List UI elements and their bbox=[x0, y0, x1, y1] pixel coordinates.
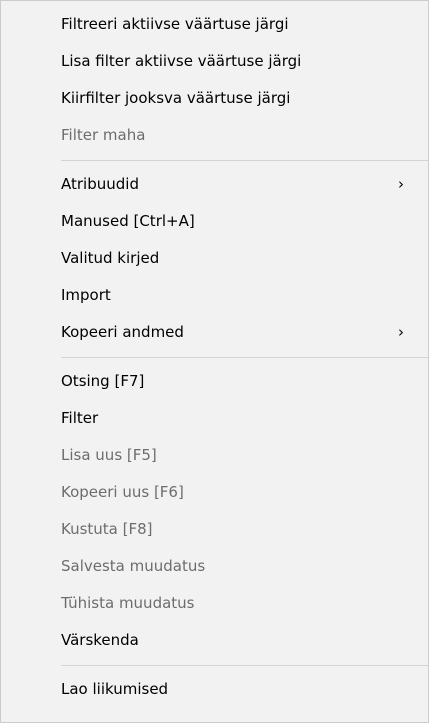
menu-item-quick-filter-current-value[interactable]: Kiirfilter jooksva väärtuse järgi bbox=[1, 80, 428, 117]
menu-item-label: Kopeeri uus [F6] bbox=[61, 483, 184, 501]
menu-item-import[interactable]: Import bbox=[1, 277, 428, 314]
menu-item-attachments[interactable]: Manused [Ctrl+A] bbox=[1, 203, 428, 240]
menu-item-search[interactable]: Otsing [F7] bbox=[1, 363, 428, 400]
menu-item-add-new: Lisa uus [F5] bbox=[1, 437, 428, 474]
menu-item-label: Lao liikumised bbox=[61, 680, 169, 698]
menu-item-label: Atribuudid bbox=[61, 175, 139, 193]
menu-item-selected-records[interactable]: Valitud kirjed bbox=[1, 240, 428, 277]
menu-item-label: Kustuta [F8] bbox=[61, 520, 153, 538]
menu-item-label: Lisa uus [F5] bbox=[61, 446, 157, 464]
context-menu: Filtreeri aktiivse väärtuse järgi Lisa f… bbox=[0, 0, 429, 723]
menu-item-label: Filter maha bbox=[61, 126, 146, 144]
menu-item-label: Filter bbox=[61, 409, 99, 427]
menu-item-refresh[interactable]: Värskenda bbox=[1, 622, 428, 659]
chevron-right-icon: › bbox=[398, 323, 404, 341]
menu-item-copy-new: Kopeeri uus [F6] bbox=[1, 474, 428, 511]
menu-item-label: Tühista muudatus bbox=[61, 594, 195, 612]
menu-item-label: Otsing [F7] bbox=[61, 372, 145, 390]
menu-item-label: Kopeeri andmed bbox=[61, 323, 184, 341]
menu-item-save-changes: Salvesta muudatus bbox=[1, 548, 428, 585]
menu-item-attributes[interactable]: Atribuudid › bbox=[1, 166, 428, 203]
menu-item-label: Import bbox=[61, 286, 111, 304]
menu-item-filter[interactable]: Filter bbox=[1, 400, 428, 437]
menu-item-filter-by-active-value[interactable]: Filtreeri aktiivse väärtuse järgi bbox=[1, 6, 428, 43]
menu-item-label: Manused [Ctrl+A] bbox=[61, 212, 195, 230]
menu-separator bbox=[61, 357, 428, 358]
menu-item-stock-movements[interactable]: Lao liikumised bbox=[1, 671, 428, 708]
menu-item-label: Valitud kirjed bbox=[61, 249, 160, 267]
menu-separator bbox=[61, 160, 428, 161]
menu-item-label: Lisa filter aktiivse väärtuse järgi bbox=[61, 52, 302, 70]
menu-item-label: Värskenda bbox=[61, 631, 139, 649]
menu-item-copy-data[interactable]: Kopeeri andmed › bbox=[1, 314, 428, 351]
chevron-right-icon: › bbox=[398, 175, 404, 193]
menu-item-remove-filter: Filter maha bbox=[1, 117, 428, 154]
menu-item-label: Kiirfilter jooksva väärtuse järgi bbox=[61, 89, 291, 107]
menu-item-label: Filtreeri aktiivse väärtuse järgi bbox=[61, 15, 289, 33]
menu-item-cancel-changes: Tühista muudatus bbox=[1, 585, 428, 622]
menu-item-delete: Kustuta [F8] bbox=[1, 511, 428, 548]
menu-separator bbox=[61, 665, 428, 666]
menu-item-label: Salvesta muudatus bbox=[61, 557, 206, 575]
menu-item-add-filter-by-active-value[interactable]: Lisa filter aktiivse väärtuse järgi bbox=[1, 43, 428, 80]
